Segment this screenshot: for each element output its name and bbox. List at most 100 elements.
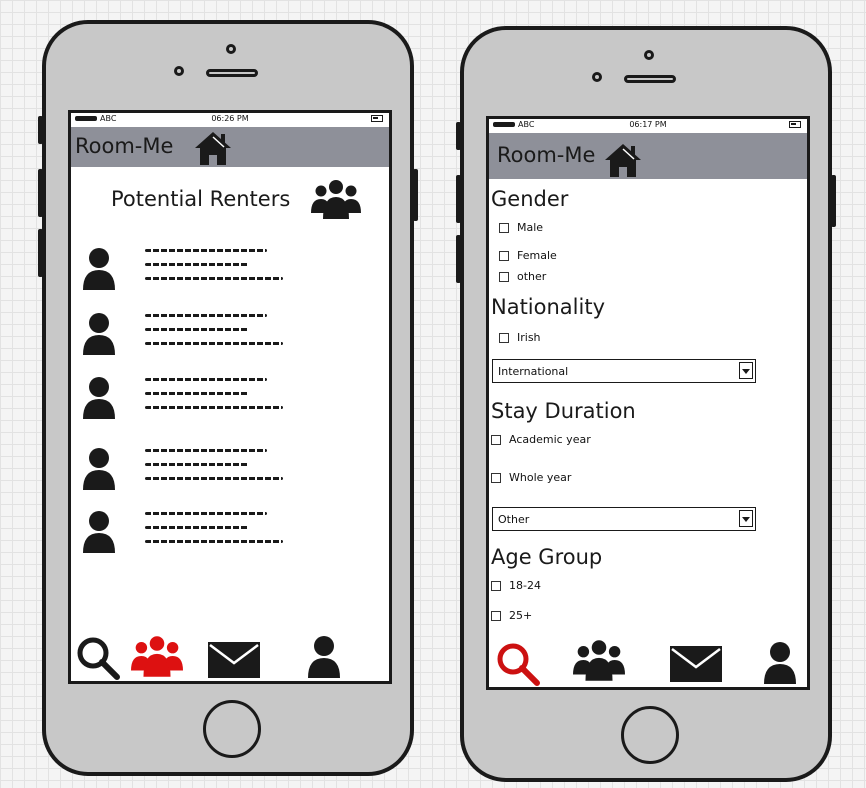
option-label: other [517, 270, 547, 283]
nationality-select[interactable]: International [492, 359, 756, 383]
page-heading: Potential Renters [111, 187, 291, 211]
stay-option-whole-year[interactable]: Whole year [491, 471, 571, 484]
status-bar: ABC 06:17 PM [489, 119, 807, 134]
group-icon[interactable] [573, 637, 625, 683]
checkbox[interactable] [491, 610, 501, 621]
user-icon[interactable] [305, 635, 343, 679]
mute-switch [38, 116, 43, 144]
option-label: Academic year [509, 433, 591, 446]
app-bar: Room-Me [71, 127, 389, 167]
chevron-down-icon[interactable] [739, 510, 753, 527]
renter-text-line [145, 392, 249, 395]
screen-left: ABC 06:26 PM Room-Me Potential Renters [68, 110, 392, 684]
checkbox[interactable] [499, 332, 509, 343]
option-label: Male [517, 221, 544, 234]
home-icon[interactable] [193, 129, 233, 167]
option-label: 25+ [509, 609, 533, 622]
list-item[interactable] [71, 243, 389, 303]
checkbox[interactable] [491, 472, 501, 483]
select-value: Other [498, 513, 530, 526]
renter-text-line [145, 314, 267, 317]
volume-down-button [456, 235, 461, 283]
sensor [644, 50, 654, 60]
renter-text-line [145, 477, 283, 480]
app-title: Room-Me [497, 143, 596, 167]
screen-right: ABC 06:17 PM Room-Me Gender Male Female … [486, 116, 810, 690]
app-title: Room-Me [75, 134, 174, 158]
list-item[interactable] [71, 372, 389, 432]
battery-icon [371, 115, 383, 122]
search-icon[interactable] [495, 641, 541, 687]
checkbox[interactable] [499, 250, 509, 261]
select-value: International [498, 365, 569, 378]
option-label: Female [517, 249, 557, 262]
earpiece-speaker [206, 69, 258, 77]
stay-duration-title: Stay Duration [491, 399, 636, 423]
stay-duration-select[interactable]: Other [492, 507, 756, 531]
status-time: 06:26 PM [211, 114, 249, 123]
user-avatar-icon [83, 511, 115, 553]
nationality-option-irish[interactable]: Irish [499, 331, 541, 344]
home-button[interactable] [621, 706, 679, 764]
renter-text-line [145, 463, 249, 466]
user-avatar-icon [83, 248, 115, 290]
mute-switch [456, 122, 461, 150]
earpiece-speaker [624, 75, 676, 83]
home-icon[interactable] [603, 141, 643, 179]
front-camera [174, 66, 184, 76]
stay-option-academic-year[interactable]: Academic year [491, 433, 591, 446]
list-item[interactable] [71, 308, 389, 368]
status-time: 06:17 PM [629, 120, 667, 129]
volume-up-button [38, 169, 43, 217]
search-icon[interactable] [75, 635, 121, 681]
renter-text-line [145, 512, 267, 515]
home-button[interactable] [203, 700, 261, 758]
power-button [831, 175, 836, 227]
age-option-18-24[interactable]: 18-24 [491, 579, 541, 592]
option-label: Irish [517, 331, 541, 344]
user-icon[interactable] [761, 641, 799, 685]
renter-text-line [145, 449, 267, 452]
user-avatar-icon [83, 377, 115, 419]
renter-text-line [145, 526, 249, 529]
power-button [413, 169, 418, 221]
phone-frame-left: ABC 06:26 PM Room-Me Potential Renters [38, 20, 418, 776]
checkbox[interactable] [491, 580, 501, 591]
renter-text-line [145, 249, 267, 252]
renter-text-line [145, 342, 283, 345]
status-bar: ABC 06:26 PM [71, 113, 389, 128]
gender-option-female[interactable]: Female [499, 249, 557, 262]
user-avatar-icon [83, 313, 115, 355]
age-option-25-plus[interactable]: 25+ [491, 609, 532, 622]
front-camera [592, 72, 602, 82]
checkbox[interactable] [491, 434, 501, 445]
app-bar: Room-Me [489, 133, 807, 179]
renter-text-line [145, 540, 283, 543]
renter-text-line [145, 277, 283, 280]
checkbox[interactable] [499, 271, 509, 282]
gender-option-other[interactable]: other [499, 270, 546, 283]
battery-icon [789, 121, 801, 128]
list-item[interactable] [71, 443, 389, 503]
option-label: Whole year [509, 471, 572, 484]
gender-title: Gender [491, 187, 569, 211]
checkbox[interactable] [499, 222, 509, 233]
mail-icon[interactable] [207, 641, 261, 679]
gender-option-male[interactable]: Male [499, 221, 543, 234]
renter-text-line [145, 378, 267, 381]
group-icon [311, 180, 361, 219]
user-avatar-icon [83, 448, 115, 490]
volume-up-button [456, 175, 461, 223]
mail-icon[interactable] [669, 645, 723, 683]
nationality-title: Nationality [491, 295, 606, 319]
chevron-down-icon[interactable] [739, 362, 753, 379]
list-item[interactable] [71, 506, 389, 566]
group-icon[interactable] [131, 633, 183, 679]
volume-down-button [38, 229, 43, 277]
age-group-title: Age Group [491, 545, 603, 569]
option-label: 18-24 [509, 579, 541, 592]
renter-text-line [145, 406, 283, 409]
renter-text-line [145, 263, 249, 266]
phone-frame-right: ABC 06:17 PM Room-Me Gender Male Female … [456, 26, 836, 782]
renter-text-line [145, 328, 249, 331]
